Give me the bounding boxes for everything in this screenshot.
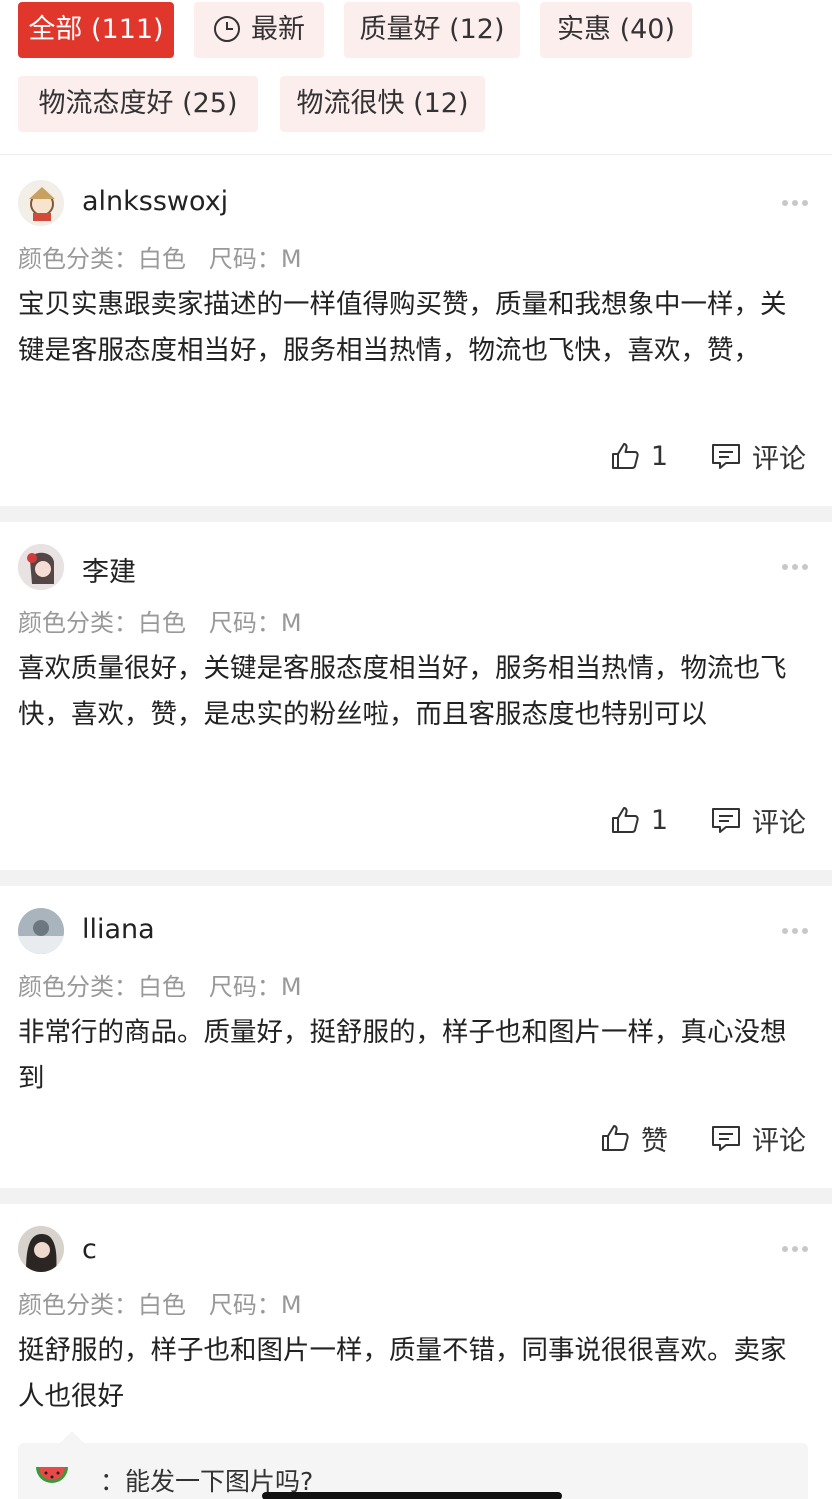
filter-quality-tag[interactable]: 质量好 (12) [344,2,520,58]
comment-label: 评论 [752,1125,806,1157]
like-count: 1 [650,804,668,836]
review-card: lliana 颜色分类：白色 尺码：M 非常行的商品。质量好，挺舒服的，样子也和… [0,886,832,1190]
filter-service-tag[interactable]: 物流态度好 (25) [18,76,258,132]
avatar[interactable] [18,908,64,954]
filter-latest-tag[interactable]: 最新 [194,2,324,58]
like-count: 1 [650,440,668,472]
card-separator [0,870,832,886]
comment-icon [712,808,740,833]
sku-info: 颜色分类：白色 尺码：M [18,245,302,273]
review-card: alnksswoxj 颜色分类：白色 尺码：M 宝贝实惠跟卖家描述的一样值得购买… [0,156,832,506]
filter-latest-label: 最新 [251,14,305,45]
like-button[interactable]: 赞 [599,1119,668,1158]
review-text: 喜欢质量很好，关键是客服态度相当好，服务相当热情，物流也飞快，喜欢，赞，是忠实的… [18,653,787,730]
comment-icon [712,1126,740,1151]
review-filter-bar: 全部 (111) 最新 质量好 (12) 实惠 (40) 物流态度好 (25) … [0,0,832,155]
clock-icon [214,15,240,42]
thumbs-up-icon [611,443,639,469]
comment-icon [712,444,740,469]
card-separator [0,506,832,522]
avatar-cartoon-icon [29,187,55,221]
avatar[interactable] [18,180,64,226]
sku-info: 颜色分类：白色 尺码：M [18,1291,302,1319]
avatar[interactable] [18,1226,64,1272]
review-actions: 1 评论 [567,436,806,476]
review-text: 挺舒服的，样子也和图片一样，质量不错，同事说很很喜欢。卖家人也很好 [18,1335,787,1412]
like-label: 赞 [641,1125,668,1157]
more-options-icon[interactable] [782,928,808,934]
review-text: 宝贝实惠跟卖家描述的一样值得购买赞，质量和我想象中一样，关键是客服态度相当好，服… [18,289,787,366]
review-card: 李建 颜色分类：白色 尺码：M 喜欢质量很好，关键是客服态度相当好，服务相当热情… [0,522,832,872]
thumbs-up-icon [611,807,639,833]
comment-button[interactable]: 评论 [710,801,806,840]
review-actions: 1 评论 [567,800,806,840]
comment-label: 评论 [752,443,806,475]
more-options-icon[interactable] [782,1246,808,1252]
filter-value-tag[interactable]: 实惠 (40) [540,2,692,58]
reviewer-name[interactable]: lliana [82,914,155,945]
filter-fast-tag[interactable]: 物流很快 (12) [280,76,485,132]
sku-info: 颜色分类：白色 尺码：M [18,609,302,637]
reply-pointer [60,1431,84,1443]
reviewer-name[interactable]: c [82,1234,97,1265]
more-options-icon[interactable] [782,200,808,206]
review-text: 非常行的商品。质量好，挺舒服的，样子也和图片一样，真心没想到 [18,1017,787,1094]
review-actions: 赞 评论 [557,1118,806,1158]
avatar[interactable] [18,544,64,590]
like-button[interactable]: 1 [609,804,668,836]
reviewer-name[interactable]: alnksswoxj [82,186,228,217]
watermelon-icon [36,1467,68,1483]
comment-button[interactable]: 评论 [710,437,806,476]
avatar-portrait-icon [18,544,64,590]
avatar-portrait-icon [18,1226,64,1272]
thumbs-up-icon [602,1125,629,1151]
avatar-photo-icon [18,908,64,954]
filter-all-tag[interactable]: 全部 (111) [18,2,174,58]
like-button[interactable]: 1 [609,440,668,472]
home-indicator [262,1492,562,1499]
comment-label: 评论 [752,807,806,839]
comment-button[interactable]: 评论 [710,1119,806,1158]
sku-info: 颜色分类：白色 尺码：M [18,973,302,1001]
more-options-icon[interactable] [782,564,808,570]
reviewer-name[interactable]: 李建 [82,550,136,589]
card-separator [0,1188,832,1204]
